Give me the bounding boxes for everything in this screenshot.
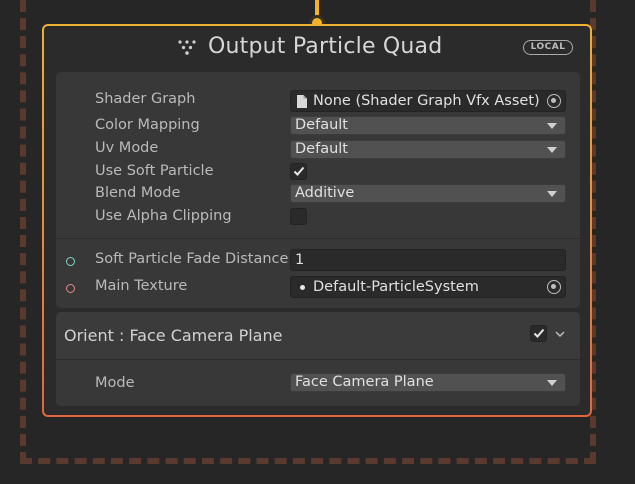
blend-mode-value: Additive <box>295 185 355 201</box>
main-texture-port[interactable] <box>66 284 75 293</box>
chevron-down-icon[interactable] <box>554 329 566 339</box>
uv-mode-dropdown[interactable]: Default <box>290 140 566 159</box>
use-alpha-clipping-checkbox[interactable] <box>290 208 307 225</box>
soft-particle-fade-input[interactable]: 1 <box>290 249 566 271</box>
node-title: Output Particle Quad <box>208 34 443 59</box>
blend-mode-label: Blend Mode <box>95 185 181 201</box>
color-mapping-dropdown[interactable]: Default <box>290 116 566 135</box>
file-icon <box>297 95 307 108</box>
dropdown-arrow-icon <box>547 147 557 153</box>
uv-mode-value: Default <box>295 141 348 157</box>
checkmark-icon <box>533 328 545 338</box>
color-mapping-value: Default <box>295 117 348 133</box>
mode-dropdown[interactable]: Face Camera Plane <box>290 373 566 392</box>
shader-graph-value: None (Shader Graph Vfx Asset) <box>313 93 540 109</box>
use-alpha-clipping-label: Use Alpha Clipping <box>95 208 232 224</box>
dropdown-arrow-icon <box>547 191 557 197</box>
use-soft-particle-checkbox[interactable] <box>290 163 307 180</box>
block-header[interactable]: Orient : Face Camera Plane <box>56 312 580 360</box>
dropdown-arrow-icon <box>547 380 557 386</box>
checkmark-icon <box>293 166 305 176</box>
space-badge[interactable]: LOCAL <box>523 40 573 55</box>
uv-mode-label: Uv Mode <box>95 140 159 156</box>
mode-value: Face Camera Plane <box>295 374 434 390</box>
use-soft-particle-label: Use Soft Particle <box>95 163 214 179</box>
main-texture-value: Default-ParticleSystem <box>313 279 479 295</box>
shader-graph-label: Shader Graph <box>95 91 196 107</box>
main-texture-label: Main Texture <box>95 278 188 294</box>
block-title: Orient : Face Camera Plane <box>64 326 283 345</box>
object-picker-icon[interactable] <box>547 280 561 294</box>
node-header[interactable]: Output Particle Quad LOCAL <box>44 26 590 70</box>
blend-mode-dropdown[interactable]: Additive <box>290 184 566 203</box>
mode-label: Mode <box>95 375 135 391</box>
orient-block[interactable]: Orient : Face Camera Plane Mode Face Cam… <box>56 312 580 406</box>
color-mapping-label: Color Mapping <box>95 117 200 133</box>
texture-icon <box>300 285 305 290</box>
block-enable-checkbox[interactable] <box>530 325 547 342</box>
object-picker-icon[interactable] <box>547 94 561 108</box>
soft-particle-fade-label: Soft Particle Fade Distance <box>95 251 289 267</box>
section-divider <box>56 238 580 239</box>
main-texture-field[interactable]: Default-ParticleSystem <box>290 276 566 298</box>
dropdown-arrow-icon <box>547 123 557 129</box>
shader-graph-field[interactable]: None (Shader Graph Vfx Asset) <box>290 90 566 112</box>
soft-particle-fade-port[interactable] <box>66 257 75 266</box>
vfx-output-icon <box>178 40 196 55</box>
output-particle-quad-node[interactable]: Output Particle Quad LOCAL Shader Graph … <box>42 24 592 417</box>
